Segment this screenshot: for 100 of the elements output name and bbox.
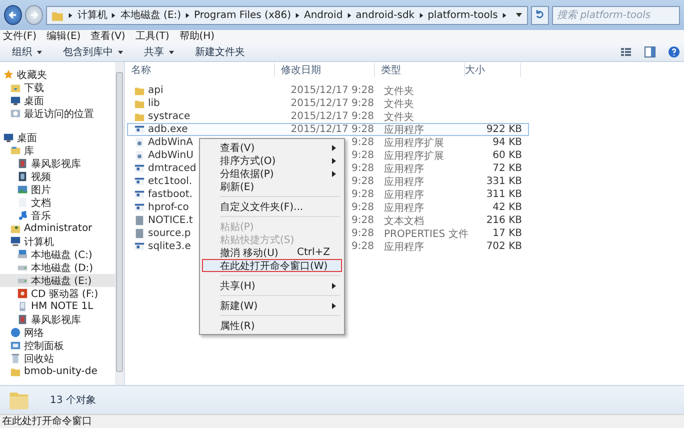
date-text: 9:28 (352, 189, 374, 200)
menu-item[interactable]: 撤消 移动(U) Ctrl+Z (202, 246, 342, 259)
date-text: 9:28 (352, 137, 374, 148)
drive-icon (17, 249, 28, 260)
menu-item[interactable]: 刷新(E) (202, 180, 342, 193)
column-header[interactable]: 修改日期 (275, 63, 375, 77)
tree-item[interactable]: CD 驱动器 (F:) (0, 287, 115, 300)
toolbar-button[interactable]: 包含到库中 (55, 45, 132, 59)
size-cell-text: 216 KB (485, 215, 523, 226)
menu-item[interactable]: 新建(W) (202, 299, 342, 312)
tree-item[interactable]: 视频 (0, 170, 115, 183)
tree-item[interactable]: 收藏夹 (0, 68, 115, 81)
dropdown-icon[interactable] (514, 12, 523, 18)
tree-item[interactable]: HM NOTE 1L (0, 300, 115, 313)
tree-item[interactable]: 暴风影视库 (0, 157, 115, 170)
breadcrumb-item[interactable]: android-sdk (356, 10, 415, 20)
preview-pane-icon[interactable] (644, 46, 656, 58)
scrollbar[interactable] (115, 62, 124, 385)
file-name: etc1tool. (148, 176, 192, 187)
tree-item[interactable]: 本地磁盘 (C:) (0, 248, 115, 261)
column-header[interactable]: 类型 (375, 63, 465, 77)
chevron-icon (295, 12, 300, 18)
menu-item[interactable]: 文件(F) (3, 30, 37, 43)
menu-item[interactable]: 自定义文件夹(F)... (202, 200, 342, 213)
menu-label: 共享(H) (220, 280, 256, 292)
menu-item[interactable]: 排序方式(O) (202, 154, 342, 167)
menu-label: 排序方式(O) (220, 154, 277, 168)
size-cell-text: 702 KB (485, 241, 523, 252)
menu-label: 粘贴快捷方式(S) (220, 234, 296, 246)
date-text: 2015/12/17 9:28 (290, 98, 374, 109)
tree-item[interactable]: 图片 (0, 183, 115, 196)
shortcut-text: Ctrl+Z (296, 247, 330, 258)
download-folder-icon (10, 82, 21, 93)
breadcrumb-item[interactable]: 本地磁盘 (E:) (120, 8, 182, 22)
chevron-icon (185, 12, 190, 18)
app-window-icon (134, 202, 145, 213)
menu-item[interactable]: 帮助(H) (179, 30, 215, 43)
date-text: 9:28 (352, 241, 374, 252)
tree-item[interactable]: 文档 (0, 196, 115, 209)
date-text: 9:28 (352, 215, 374, 226)
back-button[interactable] (4, 5, 22, 25)
menu-item[interactable]: 工具(T) (135, 30, 170, 43)
chevron-icon (68, 12, 74, 18)
breadcrumb-item[interactable]: Android (304, 10, 343, 20)
size-cell-text: 72 KB (492, 163, 523, 174)
tree-item[interactable]: 音乐 (0, 209, 115, 222)
search-field[interactable]: 搜索 platform-tools (552, 6, 680, 24)
menu-label: 属性(R) (220, 320, 256, 332)
selected-file-row[interactable]: adb.exe 2015/12/17 9:28 应用程序 922 KB (127, 123, 529, 136)
column-header[interactable]: 名称 (125, 63, 275, 77)
app-window-icon (134, 241, 145, 252)
folder-icon (10, 366, 21, 377)
toolbar-button[interactable]: 共享 (136, 45, 183, 59)
menu-item[interactable]: 在此处打开命令窗口(W) (202, 259, 342, 272)
app-window-icon (134, 163, 145, 174)
tree-item[interactable]: 最近访问的位置 (0, 107, 115, 120)
menu-item[interactable]: 分组依据(P) (202, 167, 342, 180)
tree-item[interactable]: 控制面板 (0, 339, 115, 352)
app-window-icon (134, 176, 145, 187)
tree-item[interactable]: 库 (0, 144, 115, 157)
breadcrumb-item[interactable]: Program Files (x86) (194, 10, 291, 20)
tree-item[interactable]: 本地磁盘 (D:) (0, 261, 115, 274)
tree-item[interactable]: 桌面 (0, 94, 115, 107)
type-cell-text: 应用程序 (383, 188, 425, 202)
tree-item[interactable]: 网络 (0, 326, 115, 339)
refresh-button[interactable] (530, 6, 550, 24)
tree-item[interactable]: Administrator (0, 222, 115, 235)
date-text: 9:28 (352, 163, 374, 174)
app-window-icon (134, 124, 145, 135)
tree-item[interactable]: 暴风影视库 (0, 313, 115, 326)
menu-item[interactable]: 查看(V) (202, 141, 342, 154)
help-icon[interactable] (668, 46, 680, 58)
gear-document-icon (134, 150, 145, 161)
tree-item[interactable]: bmob-unity-de (0, 365, 115, 378)
toolbar-button[interactable]: 组织 (4, 45, 51, 59)
breadcrumb-item[interactable]: platform-tools (428, 10, 498, 20)
control-panel-icon (10, 340, 21, 351)
library-icon (10, 145, 21, 156)
tree-item[interactable]: 本地磁盘 (E:) (0, 274, 115, 287)
size-cell-text: 94 KB (492, 137, 523, 148)
column-header[interactable]: 大小 (465, 63, 521, 77)
address-bar[interactable]: 计算机 本地磁盘 (E:) Program Files (x86) Android android-sdk platform-tools (46, 6, 528, 24)
tree-item[interactable]: 桌面 (0, 131, 115, 144)
view-options-icon[interactable] (620, 46, 632, 58)
type-cell-text: 应用程序 (383, 124, 425, 136)
menu-label: 新建(W) (220, 300, 259, 312)
menu-label: 自定义文件夹(F)... (220, 200, 304, 214)
menu-item[interactable]: 属性(R) (202, 319, 342, 332)
breadcrumb-item[interactable]: 计算机 (77, 8, 108, 22)
menu-item[interactable]: 共享(H) (202, 279, 342, 292)
file-name: NOTICE.t (148, 215, 193, 226)
menu-item[interactable]: 查看(V) (90, 30, 126, 43)
menu-item[interactable]: 编辑(E) (46, 30, 81, 43)
tree-item[interactable]: 回收站 (0, 352, 115, 365)
tree-item[interactable]: 计算机 (0, 235, 115, 248)
size-cell-text: 60 KB (492, 150, 523, 161)
menu-label: 查看(V) (220, 142, 256, 154)
toolbar-button[interactable]: 新建文件夹 (187, 45, 253, 59)
tree-item[interactable]: 下载 (0, 81, 115, 94)
forward-arrow-icon (28, 9, 40, 21)
